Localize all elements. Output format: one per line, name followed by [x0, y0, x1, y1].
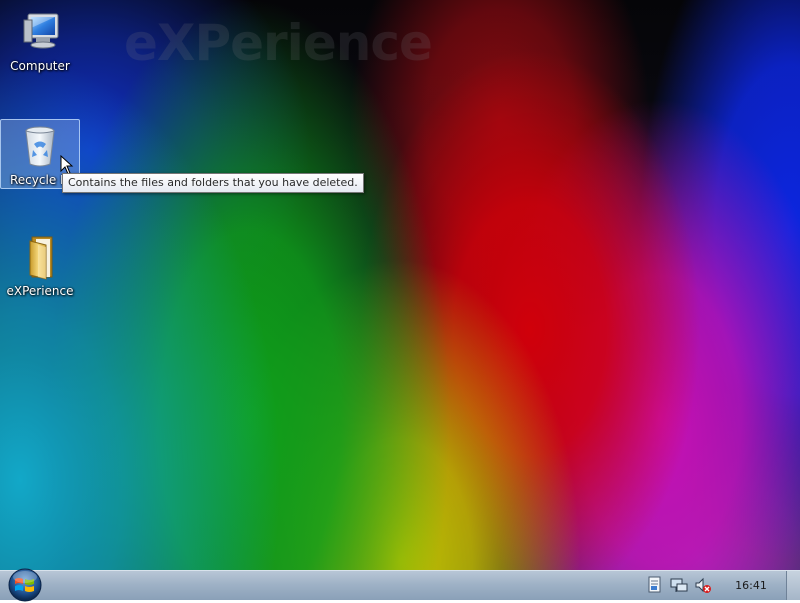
desktop-icon-computer[interactable]: Computer — [1, 8, 79, 73]
document-icon[interactable] — [646, 576, 664, 594]
folder-icon — [29, 236, 53, 280]
desktop-icon-experience-folder[interactable]: eXPerience — [1, 233, 79, 298]
network-icon[interactable] — [670, 576, 688, 594]
desktop-icon-label: eXPerience — [6, 284, 74, 298]
wallpaper — [0, 0, 800, 570]
system-tray — [640, 574, 711, 598]
wallpaper-watermark: eXPerience — [124, 14, 433, 72]
show-desktop-button[interactable] — [786, 571, 800, 600]
recycle-bin-icon — [25, 126, 55, 167]
desktop[interactable]: eXPerience Computer Recycle B eXPerience… — [0, 0, 800, 570]
mouse-cursor-icon — [60, 155, 74, 175]
taskbar: 16:41 — [0, 567, 800, 603]
tooltip: Contains the files and folders that you … — [62, 173, 364, 193]
computer-icon — [23, 13, 59, 49]
clock[interactable]: 16:41 — [722, 571, 780, 600]
volume-muted-icon[interactable] — [694, 576, 712, 594]
windows-orb-icon[interactable] — [4, 567, 46, 603]
desktop-icon-label: Computer — [10, 59, 70, 73]
